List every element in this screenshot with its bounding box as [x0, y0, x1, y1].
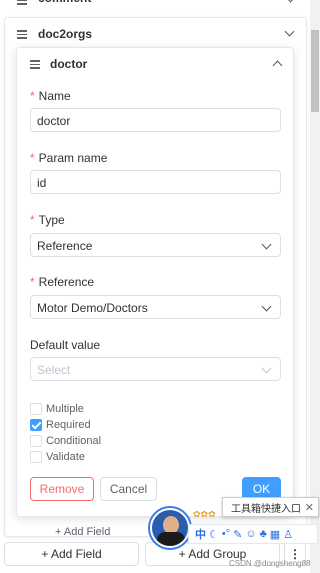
chevron-down-icon — [261, 363, 272, 374]
name-input[interactable]: doctor — [30, 108, 281, 132]
default-value-select[interactable]: Select — [30, 357, 281, 381]
scrollbar-track[interactable] — [310, 0, 320, 573]
watermark: CSDN @dongsheng88 — [229, 559, 311, 568]
field-title: doctor — [50, 57, 88, 71]
flower-icon: ✿✿✿ — [193, 509, 216, 519]
checkbox-box[interactable] — [30, 403, 42, 415]
type-select[interactable]: Reference — [30, 233, 281, 257]
ime-mode-icon[interactable]: 中 — [195, 526, 206, 542]
drag-handle-icon[interactable] — [30, 60, 40, 69]
checkbox-conditional[interactable]: Conditional — [30, 434, 101, 448]
section-title: doc2orgs — [38, 27, 93, 41]
smile-icon[interactable]: ☺ — [245, 528, 256, 540]
chevron-down-icon — [261, 301, 272, 312]
name-label: * Name — [30, 89, 71, 103]
checkbox-label: Multiple — [46, 403, 84, 415]
default-value-label: Default value — [30, 338, 101, 352]
reference-label: * Reference — [30, 275, 95, 289]
checkbox-required[interactable]: Required — [30, 418, 91, 432]
punctuation-icon[interactable]: •° — [222, 528, 230, 540]
scrollbar-thumb[interactable] — [311, 30, 319, 112]
checkbox-box[interactable] — [30, 419, 42, 431]
close-icon[interactable]: ✕ — [305, 501, 314, 514]
wrench-icon[interactable]: ✎ — [233, 528, 242, 541]
cancel-button[interactable]: Cancel — [100, 477, 157, 501]
checkbox-label: Required — [46, 419, 91, 431]
add-field-button[interactable]: + Add Field — [4, 542, 139, 566]
checkbox-box[interactable] — [30, 451, 42, 463]
checkbox-label: Conditional — [46, 435, 102, 447]
type-label: * Type — [30, 213, 65, 227]
drag-handle-icon[interactable] — [17, 30, 27, 39]
shirt-icon[interactable]: ♣ — [260, 528, 267, 540]
param-name-input[interactable]: id — [30, 170, 281, 194]
checkbox-multiple[interactable]: Multiple — [30, 402, 84, 416]
collapsed-item-comment[interactable]: comment — [0, 0, 310, 8]
chevron-down-icon — [261, 239, 272, 250]
lock-icon[interactable]: ♙ — [283, 528, 293, 541]
remove-button[interactable]: Remove — [30, 477, 94, 501]
drag-handle-icon[interactable] — [17, 0, 27, 5]
toolbox-tooltip[interactable]: 工具箱快捷入口 ✕ — [222, 497, 319, 517]
avatar[interactable] — [150, 508, 190, 548]
grid-icon[interactable]: ▦ — [270, 528, 280, 541]
item-title: comment — [38, 0, 91, 5]
tooltip-text: 工具箱快捷入口 — [231, 503, 301, 515]
param-name-label: * Param name — [30, 151, 108, 165]
ime-toolbar[interactable]: 中 ☾ •° ✎ ☺ ♣ ▦ ♙ — [188, 524, 318, 544]
checkbox-box[interactable] — [30, 435, 42, 447]
chevron-down-icon[interactable] — [285, 0, 296, 3]
checkbox-label: Validate — [46, 451, 85, 463]
moon-icon[interactable]: ☾ — [209, 528, 219, 541]
checkbox-validate[interactable]: Validate — [30, 450, 85, 464]
inner-add-field-button[interactable]: + Add Field — [55, 526, 110, 538]
reference-select[interactable]: Motor Demo/Doctors — [30, 295, 281, 319]
